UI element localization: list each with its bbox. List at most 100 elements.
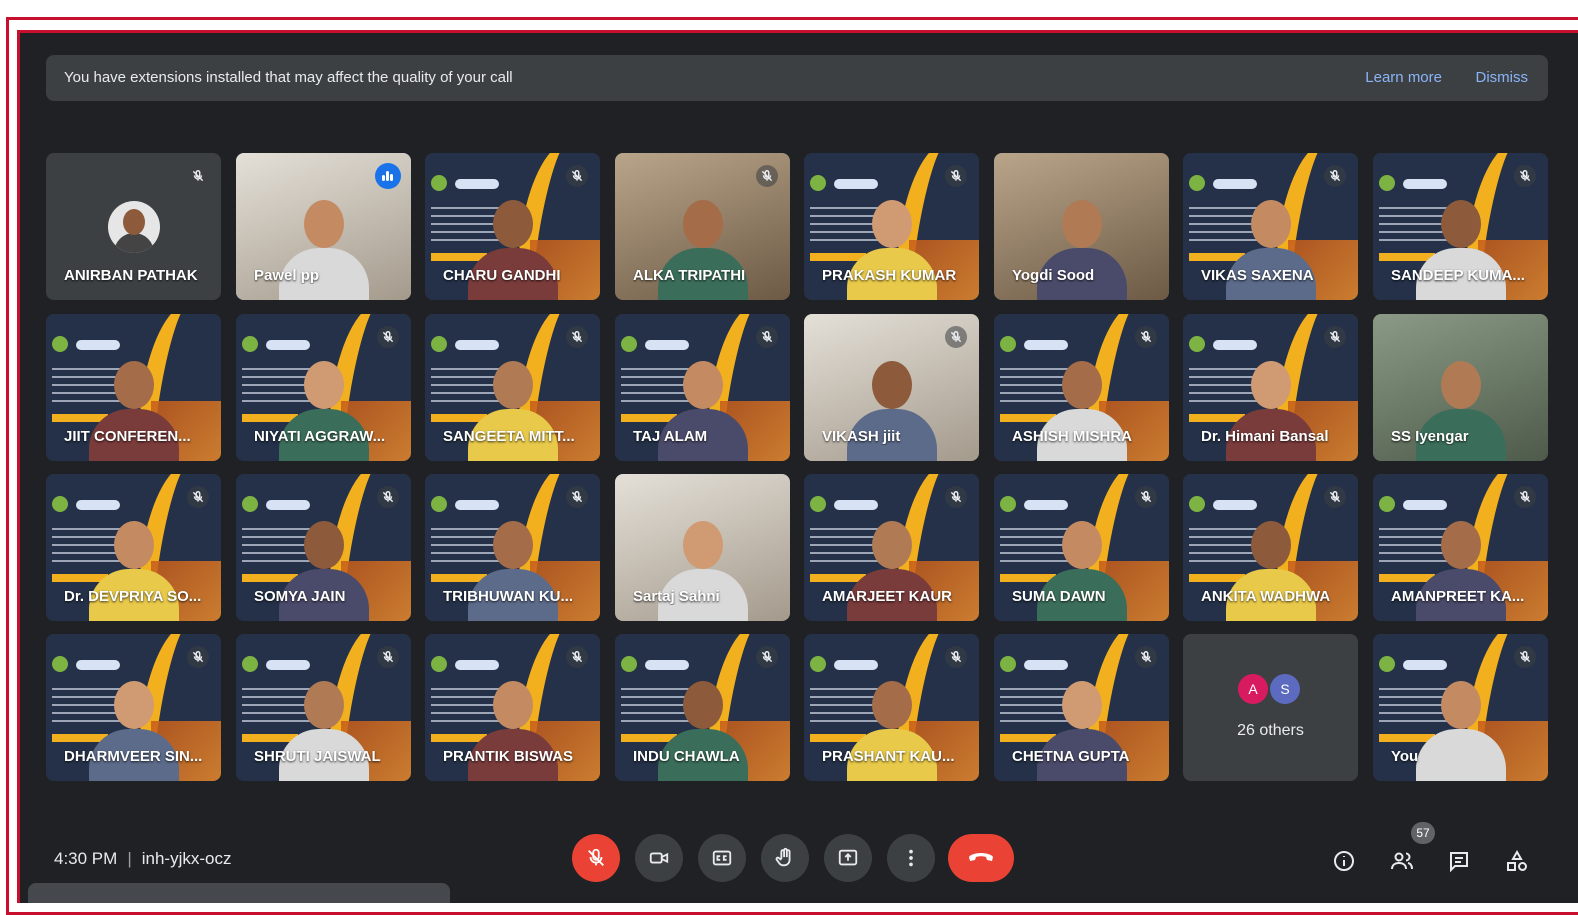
poster-graphic bbox=[431, 175, 447, 191]
participant-tile[interactable]: ASHISH MISHRA bbox=[994, 314, 1169, 461]
participant-tile[interactable]: VIKASH jiit bbox=[804, 314, 979, 461]
poster-graphic bbox=[266, 500, 310, 510]
participant-tile[interactable]: AMARJEET KAUR bbox=[804, 474, 979, 621]
others-count-label: 26 others bbox=[1237, 722, 1304, 739]
camera-button[interactable] bbox=[635, 834, 683, 882]
poster-graphic bbox=[1403, 660, 1447, 670]
participant-tile[interactable]: SANDEEP KUMA... bbox=[1373, 153, 1548, 300]
poster-graphic bbox=[645, 340, 689, 350]
participant-tile[interactable]: JIIT CONFEREN... bbox=[46, 314, 221, 461]
participant-name: AMANPREET KA... bbox=[1391, 588, 1525, 605]
poster-graphic bbox=[266, 340, 310, 350]
participant-name: ANKITA WADHWA bbox=[1201, 588, 1331, 605]
participant-tile[interactable]: Dr. DEVPRIYA SO... bbox=[46, 474, 221, 621]
participant-tile[interactable]: AMANPREET KA... bbox=[1373, 474, 1548, 621]
head bbox=[113, 361, 154, 409]
activities-button[interactable] bbox=[1503, 847, 1531, 875]
participant-tile[interactable]: VIKAS SAXENA bbox=[1183, 153, 1358, 300]
participant-tile[interactable]: CHETNA GUPTA bbox=[994, 634, 1169, 781]
head bbox=[1061, 521, 1102, 569]
poster-graphic bbox=[266, 660, 310, 670]
head bbox=[1440, 521, 1481, 569]
people-icon bbox=[1391, 852, 1413, 870]
audio-level-bar bbox=[386, 171, 389, 181]
present-screen-button[interactable] bbox=[824, 834, 872, 882]
poster-graphic bbox=[1000, 496, 1016, 512]
participant-tile[interactable]: SUMA DAWN bbox=[994, 474, 1169, 621]
captions-button[interactable] bbox=[698, 834, 746, 882]
participant-name: SANGEETA MITT... bbox=[443, 428, 575, 445]
meeting-details-button[interactable] bbox=[1330, 847, 1358, 875]
head bbox=[303, 200, 344, 248]
participant-tile[interactable]: Yogdi Sood bbox=[994, 153, 1169, 300]
meet-window: You have extensions installed that may a… bbox=[20, 33, 1578, 903]
participant-tile[interactable]: ANIRBAN PATHAK bbox=[46, 153, 221, 300]
participant-tile[interactable]: SHRUTI JAISWAL bbox=[236, 634, 411, 781]
mic-off-icon bbox=[1324, 326, 1346, 348]
head bbox=[1061, 361, 1102, 409]
participant-tile[interactable]: You bbox=[1373, 634, 1548, 781]
participant-tile[interactable]: TRIBHUWAN KU... bbox=[425, 474, 600, 621]
others-avatar: S bbox=[1270, 674, 1300, 704]
poster-graphic bbox=[621, 336, 637, 352]
head bbox=[303, 361, 344, 409]
head bbox=[1061, 200, 1102, 248]
audio-level-bar bbox=[390, 174, 393, 181]
avatar bbox=[108, 201, 160, 253]
participant-tile[interactable]: DHARMVEER SIN... bbox=[46, 634, 221, 781]
poster-graphic bbox=[834, 660, 878, 670]
mic-off-icon bbox=[945, 326, 967, 348]
poster-graphic bbox=[1403, 500, 1447, 510]
head bbox=[492, 200, 533, 248]
microphone-muted-button[interactable] bbox=[572, 834, 620, 882]
people-button[interactable] bbox=[1388, 847, 1416, 875]
poster-graphic bbox=[52, 336, 68, 352]
poster-graphic bbox=[810, 496, 826, 512]
dismiss-button[interactable]: Dismiss bbox=[1476, 69, 1529, 86]
participant-tile[interactable]: INDU CHAWLA bbox=[615, 634, 790, 781]
participant-tile[interactable]: Sartaj Sahni bbox=[615, 474, 790, 621]
participant-tile[interactable]: Dr. Himani Bansal bbox=[1183, 314, 1358, 461]
participant-name: PRAKASH KUMAR bbox=[822, 267, 957, 284]
participant-tile[interactable]: PRANTIK BISWAS bbox=[425, 634, 600, 781]
more-options-button[interactable] bbox=[887, 834, 935, 882]
speaking-indicator-icon bbox=[375, 163, 401, 189]
participant-tile[interactable]: Pawel pp bbox=[236, 153, 411, 300]
participant-tile[interactable]: SANGEETA MITT... bbox=[425, 314, 600, 461]
captions-icon bbox=[712, 850, 732, 866]
mic-off-icon bbox=[377, 486, 399, 508]
participant-tile[interactable]: PRAKASH KUMAR bbox=[804, 153, 979, 300]
participant-tile[interactable]: PRASHANT KAU... bbox=[804, 634, 979, 781]
chat-button[interactable] bbox=[1445, 847, 1473, 875]
poster-graphic bbox=[76, 500, 120, 510]
mic-off-icon bbox=[756, 165, 778, 187]
current-time: 4:30 PM bbox=[54, 849, 118, 868]
participant-name: Pawel pp bbox=[254, 267, 320, 284]
poster-graphic bbox=[1379, 175, 1395, 191]
notification-strip bbox=[28, 883, 450, 903]
learn-more-link[interactable]: Learn more bbox=[1365, 69, 1442, 86]
raise-hand-button[interactable] bbox=[761, 834, 809, 882]
hand-icon bbox=[775, 847, 791, 867]
poster-graphic bbox=[431, 656, 447, 672]
participant-tile[interactable]: NIYATI AGGRAW... bbox=[236, 314, 411, 461]
participant-name: TAJ ALAM bbox=[633, 428, 708, 445]
participant-tile[interactable]: A S 26 others bbox=[1183, 634, 1358, 781]
participant-name: ALKA TRIPATHI bbox=[633, 267, 746, 284]
participant-tile[interactable]: TAJ ALAM bbox=[615, 314, 790, 461]
participant-tile[interactable]: SS Iyengar bbox=[1373, 314, 1548, 461]
participant-name: Sartaj Sahni bbox=[633, 588, 720, 605]
leave-call-button[interactable] bbox=[948, 834, 1014, 882]
head bbox=[1440, 200, 1481, 248]
participant-name: DHARMVEER SIN... bbox=[64, 748, 203, 765]
participant-tile[interactable]: ANKITA WADHWA bbox=[1183, 474, 1358, 621]
participant-name: SS Iyengar bbox=[1391, 428, 1469, 445]
poster-graphic bbox=[52, 496, 68, 512]
mic-off-icon bbox=[1514, 486, 1536, 508]
participant-tile[interactable]: ALKA TRIPATHI bbox=[615, 153, 790, 300]
hang-up-icon bbox=[969, 853, 993, 861]
head bbox=[682, 361, 723, 409]
participant-tile[interactable]: CHARU GANDHI bbox=[425, 153, 600, 300]
participant-name: VIKAS SAXENA bbox=[1201, 267, 1314, 284]
participant-tile[interactable]: SOMYA JAIN bbox=[236, 474, 411, 621]
